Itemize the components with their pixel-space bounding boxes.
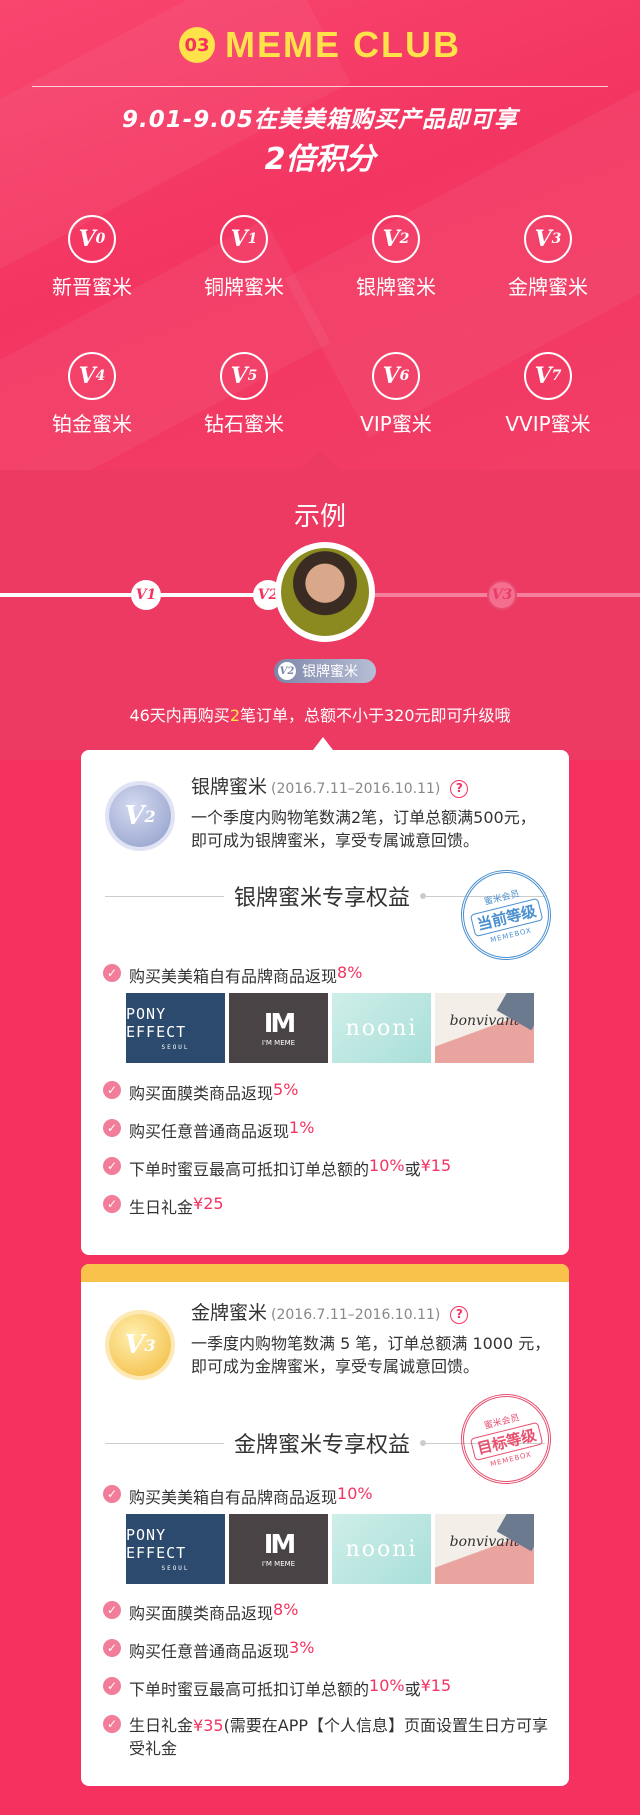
progress-node-v1: V1 [131,580,161,610]
help-icon[interactable]: ? [450,780,469,798]
silver-level-card: V2 银牌蜜米 (2016.7.11–2016.10.11)? 一个季度内购物笔数… [81,750,569,1255]
example-title: 示例 [293,502,346,532]
level-name: 铂金蜜米 [52,412,132,436]
benefit-item: ✓ 购买任意普通商品返现 1% [103,1118,314,1142]
check-icon: ✓ [103,1715,121,1733]
level-title: 银牌蜜米 [191,776,268,798]
level-period: (2016.7.11–2016.10.11) [271,781,441,797]
current-level-tag: V2 银牌蜜米 [274,659,376,683]
brand-pony-effect[interactable]: PONY EFFECT SEOUL [126,993,225,1063]
level-name: 新晋蜜米 [52,275,132,299]
page: 03 MEME CLUB 9.01-9.05在美美箱购买产品即可享 2倍积分 V… [0,0,640,1815]
section-number-badge: 03 [179,27,215,63]
level-name: 铜牌蜜米 [204,275,284,299]
current-level-label: 银牌蜜米 [302,664,358,680]
level-item-v2[interactable]: V2 银牌蜜米 [320,215,472,300]
level-item-v5[interactable]: V5 钻石蜜米 [168,352,320,437]
level-name: VIP蜜米 [360,412,432,436]
level-item-v3[interactable]: V3 金牌蜜米 [472,215,624,300]
level-name: 银牌蜜米 [356,275,436,299]
level-item-v1[interactable]: V1 铜牌蜜米 [168,215,320,300]
benefits-title: 银牌蜜米专享权益 [234,886,411,911]
promo-line-1: 9.01-9.05在美美箱购买产品即可享 [121,107,519,133]
check-icon: ✓ [103,1485,121,1503]
progress-node-v3: V3 [487,580,517,610]
help-icon[interactable]: ? [450,1306,469,1324]
level-badge-icon: V2 [372,215,420,263]
brand-bonvivant[interactable]: bonvivant [435,993,534,1063]
club-title-row: 03 MEME CLUB [0,22,640,68]
level-badge-icon: V4 [68,352,116,400]
level-item-v6[interactable]: V6 VIP蜜米 [320,352,472,437]
check-icon: ✓ [103,1119,121,1137]
current-level-stamp: 蜜米会员 当前等级 MEMEBOX [451,860,561,970]
level-badge-icon: V5 [220,352,268,400]
card-pointer [313,737,333,750]
benefit-item: ✓ 生日礼金 ¥25 [103,1194,224,1218]
level-badge-icon: V7 [524,352,572,400]
brand-nooni[interactable]: nooni [332,1514,431,1584]
benefit-item: ✓ 下单时蜜豆最高可抵扣订单总额的 10% 或 ¥15 [103,1676,451,1700]
check-icon: ✓ [103,964,121,982]
silver-medal-icon: V2 [109,785,171,847]
gold-top-bar [81,1264,569,1282]
check-icon: ✓ [103,1639,121,1657]
level-mini-badge: V2 [278,662,296,680]
level-badge-icon: V3 [524,215,572,263]
level-item-v4[interactable]: V4 铂金蜜米 [16,352,168,437]
level-item-v7[interactable]: V7 VVIP蜜米 [472,352,624,437]
check-icon: ✓ [103,1677,121,1695]
level-item-v0[interactable]: V0 新晋蜜米 [16,215,168,300]
level-period: (2016.7.11–2016.10.11) [271,1307,441,1323]
club-title: MEME CLUB [225,24,461,65]
level-badge-icon: V1 [220,215,268,263]
level-badge-icon: V6 [372,352,420,400]
upgrade-tip: 46天内再购买2笔订单，总额不小于320元即可升级哦 [129,706,511,725]
level-name: 金牌蜜米 [508,275,588,299]
benefit-item: ✓ 下单时蜜豆最高可抵扣订单总额的 10% 或 ¥15 [103,1156,451,1180]
check-icon: ✓ [103,1157,121,1175]
level-heading: 金牌蜜米 (2016.7.11–2016.10.11)? [191,1298,469,1325]
brand-nooni[interactable]: nooni [332,993,431,1063]
brand-im-meme[interactable]: IM I'M MEME [229,1514,328,1584]
benefit-item: ✓ 生日礼金¥35(需要在APP【个人信息】页面设置生日方可享受礼金 [103,1714,549,1760]
brand-pony-effect[interactable]: PONY EFFECT SEOUL [126,1514,225,1584]
check-icon: ✓ [103,1601,121,1619]
level-description: 一季度内购物笔数满 5 笔，订单总额满 1000 元，即可成为金牌蜜米，享受专属… [191,1334,551,1376]
header-divider [32,86,608,87]
check-icon: ✓ [103,1195,121,1213]
avatar [281,548,369,636]
level-grid: V0 新晋蜜米 V1 铜牌蜜米 V2 银牌蜜米 V3 金牌蜜米 V4 铂金蜜米 … [16,215,624,437]
benefit-item: ✓ 购买面膜类商品返现 8% [103,1600,298,1624]
benefit-item: ✓ 购买美美箱自有品牌商品返现 8% [103,963,362,987]
benefit-item: ✓ 购买美美箱自有品牌商品返现 10% [103,1484,373,1508]
level-description: 一个季度内购物笔数满2笔，订单总额满500元，即可成为银牌蜜米，享受专属诚意回馈… [191,808,536,850]
promo-line-2: 2倍积分 [264,142,376,177]
level-name: VVIP蜜米 [505,412,591,436]
level-name: 钻石蜜米 [204,412,284,436]
level-heading: 银牌蜜米 (2016.7.11–2016.10.11)? [191,772,469,799]
benefit-item: ✓ 购买面膜类商品返现 5% [103,1080,298,1104]
level-badge-icon: V0 [68,215,116,263]
benefits-title: 金牌蜜米专享权益 [234,1433,411,1458]
brand-im-meme[interactable]: IM I'M MEME [229,993,328,1063]
target-level-stamp: 蜜米会员 目标等级 MEMEBOX [451,1384,561,1494]
brand-logos: PONY EFFECT SEOUL IM I'M MEME nooni bonviv… [126,1514,534,1584]
gold-level-card: V3 金牌蜜米 (2016.7.11–2016.10.11)? 一季度内购物笔数满… [81,1264,569,1786]
check-icon: ✓ [103,1081,121,1099]
brand-bonvivant[interactable]: bonvivant [435,1514,534,1584]
benefit-item: ✓ 购买任意普通商品返现 3% [103,1638,314,1662]
level-title: 金牌蜜米 [191,1302,268,1324]
gold-medal-icon: V3 [109,1314,171,1376]
brand-logos: PONY EFFECT SEOUL IM I'M MEME nooni bonviv… [126,993,534,1063]
